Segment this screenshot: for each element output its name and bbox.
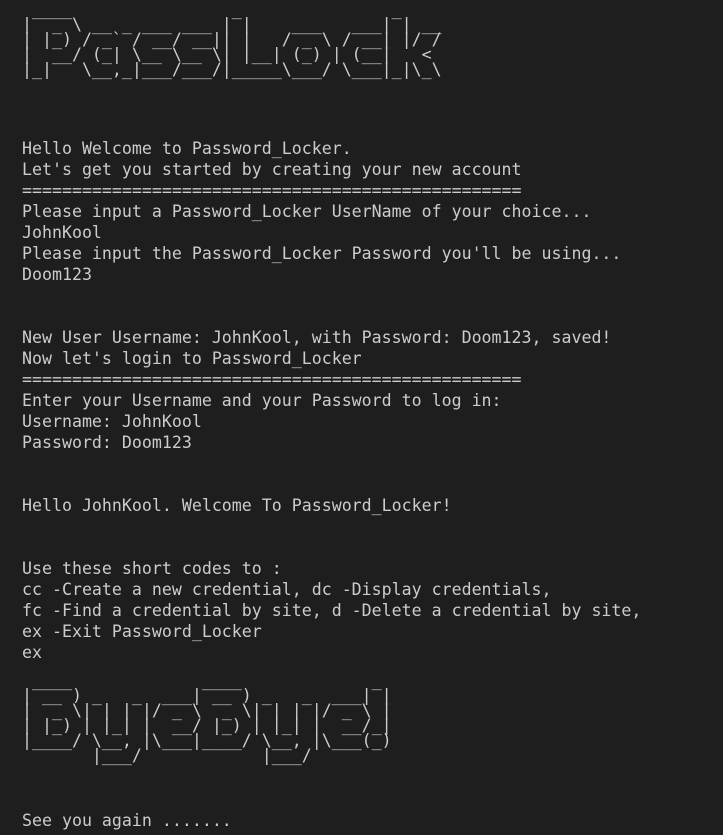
ascii-banner-byebye: ____ ____ _ | __ ) _ _ ___| __ ) _ _ ___… — [22, 672, 392, 765]
terminal-window: ____ _ _ | _ \ __ _ ___ ___ | | ___ ___|… — [0, 0, 723, 835]
ascii-banner-passlock: ____ _ _ | _ \ __ _ ___ ___ | | ___ ___|… — [22, 1, 442, 79]
prompt-line: Enter your Username and your Password to… — [22, 391, 502, 410]
separator-line: ========================================… — [22, 370, 522, 389]
banner-line: |_| \__,_|___/___/|_____\___/ \___|_|\_\ — [22, 60, 442, 79]
banner-line: |___/ |___/ — [22, 746, 392, 765]
output-line: Password: Doom123 — [22, 433, 192, 452]
output-line: Hello Welcome to Password_Locker. — [22, 139, 352, 158]
output-line: fc -Find a credential by site, d -Delete… — [22, 601, 642, 620]
separator-line: ========================================… — [22, 181, 522, 200]
output-line: New User Username: JohnKool, with Passwo… — [22, 328, 612, 347]
output-line: See you again ....... — [22, 811, 232, 830]
output-line: Username: JohnKool — [22, 412, 202, 431]
prompt-line: Please input the Password_Locker Passwor… — [22, 244, 622, 263]
output-line: Now let's login to Password_Locker — [22, 349, 362, 368]
output-line: Use these short codes to : — [22, 559, 282, 578]
output-line: Let's get you started by creating your n… — [22, 160, 522, 179]
user-input-line: ex — [22, 643, 42, 662]
output-line: cc -Create a new credential, dc -Display… — [22, 580, 552, 599]
user-input-line: JohnKool — [22, 223, 102, 242]
user-input-line: Doom123 — [22, 265, 92, 284]
output-line: Hello JohnKool. Welcome To Password_Lock… — [22, 496, 452, 515]
output-line: ex -Exit Password_Locker — [22, 622, 262, 641]
prompt-line: Please input a Password_Locker UserName … — [22, 202, 592, 221]
